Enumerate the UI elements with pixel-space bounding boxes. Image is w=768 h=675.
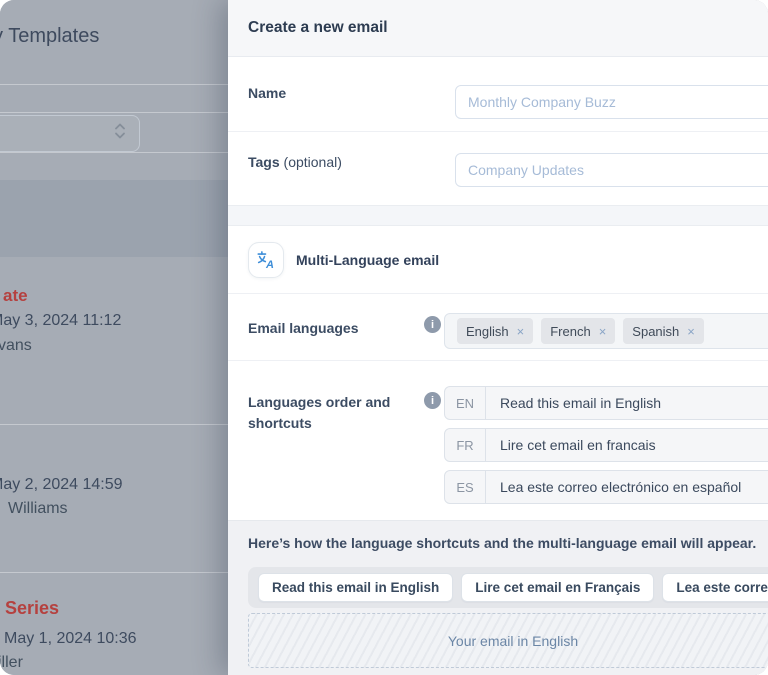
email-languages-row: Email languages i English × French × Spa… [228, 294, 768, 361]
email-languages-label: Email languages [248, 318, 358, 339]
languages-order-label: Languages order and shortcuts [248, 392, 408, 434]
template-author: iller [0, 654, 23, 672]
template-author: Williams [8, 500, 68, 518]
name-label: Name [248, 85, 286, 101]
multi-language-label: Multi-Language email [296, 226, 439, 294]
divider [0, 152, 228, 153]
info-icon[interactable]: i [424, 316, 441, 333]
template-title: Series [5, 598, 59, 619]
table-header-band [0, 180, 228, 257]
language-code: EN [445, 387, 486, 419]
shortcut-button[interactable]: Lire cet email en Français [461, 573, 654, 602]
divider [0, 84, 228, 85]
create-email-modal: Create a new email Name Tags (optional) [228, 0, 768, 675]
template-date: May 2, 2024 14:59 [0, 476, 123, 494]
remove-chip-icon[interactable]: × [599, 324, 607, 339]
language-shortcut-input-row[interactable]: FR Lire cet email en francais [444, 428, 768, 462]
shortcut-button[interactable]: Lea este correo electrónico en español [662, 573, 768, 602]
divider [0, 572, 228, 573]
language-chip: Spanish × [623, 318, 704, 344]
translate-icon: A [248, 242, 284, 278]
remove-chip-icon[interactable]: × [517, 324, 525, 339]
email-body-placeholder: Your email in English [248, 613, 768, 668]
tags-field-row: Tags (optional) [228, 132, 768, 205]
language-shortcut-input-row[interactable]: ES Lea este correo electrónico en españo… [444, 470, 768, 504]
info-icon[interactable]: i [424, 392, 441, 409]
name-input[interactable] [455, 85, 768, 119]
language-code: ES [445, 471, 486, 503]
shortcut-text[interactable]: Read this email in English [486, 387, 661, 419]
divider [0, 424, 228, 425]
template-title: ate [3, 286, 28, 306]
app-screenshot: y Templates ate May 3, 2024 11:12 vans M… [0, 0, 768, 675]
divider [0, 112, 228, 113]
section-separator [228, 205, 768, 226]
modal-title: Create a new email [248, 19, 388, 37]
svg-text:A: A [265, 259, 274, 271]
tags-label: Tags (optional) [248, 154, 342, 170]
tags-optional-note: (optional) [284, 154, 342, 170]
language-shortcut-input-row[interactable]: EN Read this email in English [444, 386, 768, 420]
preview-heading: Here’s how the language shortcuts and th… [248, 535, 756, 551]
shortcut-button[interactable]: Read this email in English [258, 573, 453, 602]
language-chip: French × [541, 318, 615, 344]
language-chip: English × [457, 318, 533, 344]
modal-header: Create a new email [228, 0, 768, 57]
email-body-placeholder-text: Your email in English [448, 633, 578, 649]
shortcut-buttons-bar: Read this email in English Lire cet emai… [248, 567, 768, 608]
languages-multiselect[interactable]: English × French × Spanish × [444, 313, 768, 349]
chevron-updown-icon [113, 121, 127, 146]
template-date: May 3, 2024 11:12 [0, 312, 121, 330]
remove-chip-icon[interactable]: × [687, 324, 695, 339]
sort-select [0, 115, 140, 152]
tags-input[interactable] [455, 153, 768, 187]
template-date: May 1, 2024 10:36 [4, 630, 137, 648]
template-author: vans [0, 337, 32, 355]
email-preview-section: Here’s how the language shortcuts and th… [228, 520, 768, 675]
language-code: FR [445, 429, 486, 461]
page-title: y Templates [0, 25, 99, 48]
shortcut-text[interactable]: Lire cet email en francais [486, 429, 656, 461]
languages-order-row: Languages order and shortcuts i EN Read … [228, 361, 768, 520]
name-field-row: Name [228, 57, 768, 132]
shortcut-text[interactable]: Lea este correo electrónico en español [486, 471, 741, 503]
multi-language-section-header: A Multi-Language email [228, 226, 768, 294]
